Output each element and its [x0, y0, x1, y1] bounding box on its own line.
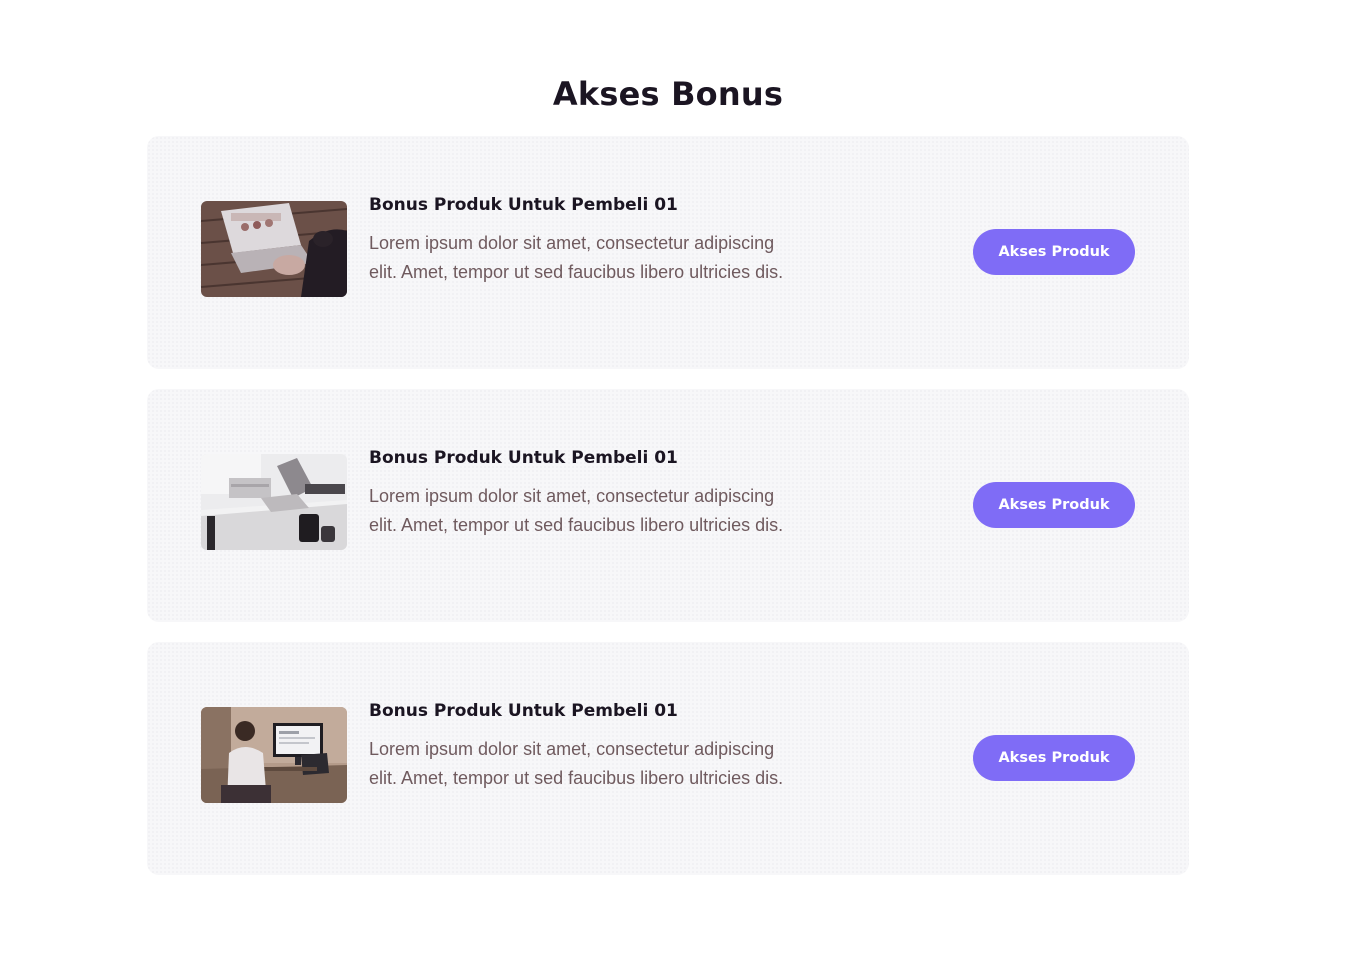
akses-produk-button[interactable]: Akses Produk — [973, 229, 1135, 275]
bonus-list: Bonus Produk Untuk Pembeli 01 Lorem ipsu… — [147, 136, 1189, 895]
akses-produk-button[interactable]: Akses Produk — [973, 735, 1135, 781]
bonus-card-title: Bonus Produk Untuk Pembeli 01 — [369, 448, 678, 468]
akses-produk-button[interactable]: Akses Produk — [973, 482, 1135, 528]
bonus-card-text: Bonus Produk Untuk Pembeli 01 Lorem ipsu… — [369, 699, 799, 793]
bonus-card: Bonus Produk Untuk Pembeli 01 Lorem ipsu… — [147, 389, 1189, 622]
bonus-card-title: Bonus Produk Untuk Pembeli 01 — [369, 701, 678, 721]
page-title: Akses Bonus — [552, 75, 784, 113]
bonus-card-text: Bonus Produk Untuk Pembeli 01 Lorem ipsu… — [369, 193, 799, 287]
laptop-on-wooden-table-image — [201, 201, 347, 297]
bonus-card-description: Lorem ipsum dolor sit amet, consectetur … — [369, 739, 784, 788]
bonus-card-description: Lorem ipsum dolor sit amet, consectetur … — [369, 486, 784, 535]
bonus-card: Bonus Produk Untuk Pembeli 01 Lorem ipsu… — [147, 136, 1189, 369]
bonus-card-text: Bonus Produk Untuk Pembeli 01 Lorem ipsu… — [369, 446, 799, 540]
person-at-desktop-monitor-image — [201, 707, 347, 803]
white-desk-with-laptop-image — [201, 454, 347, 550]
bonus-card: Bonus Produk Untuk Pembeli 01 Lorem ipsu… — [147, 642, 1189, 875]
bonus-card-title: Bonus Produk Untuk Pembeli 01 — [369, 195, 678, 215]
bonus-card-description: Lorem ipsum dolor sit amet, consectetur … — [369, 233, 784, 282]
